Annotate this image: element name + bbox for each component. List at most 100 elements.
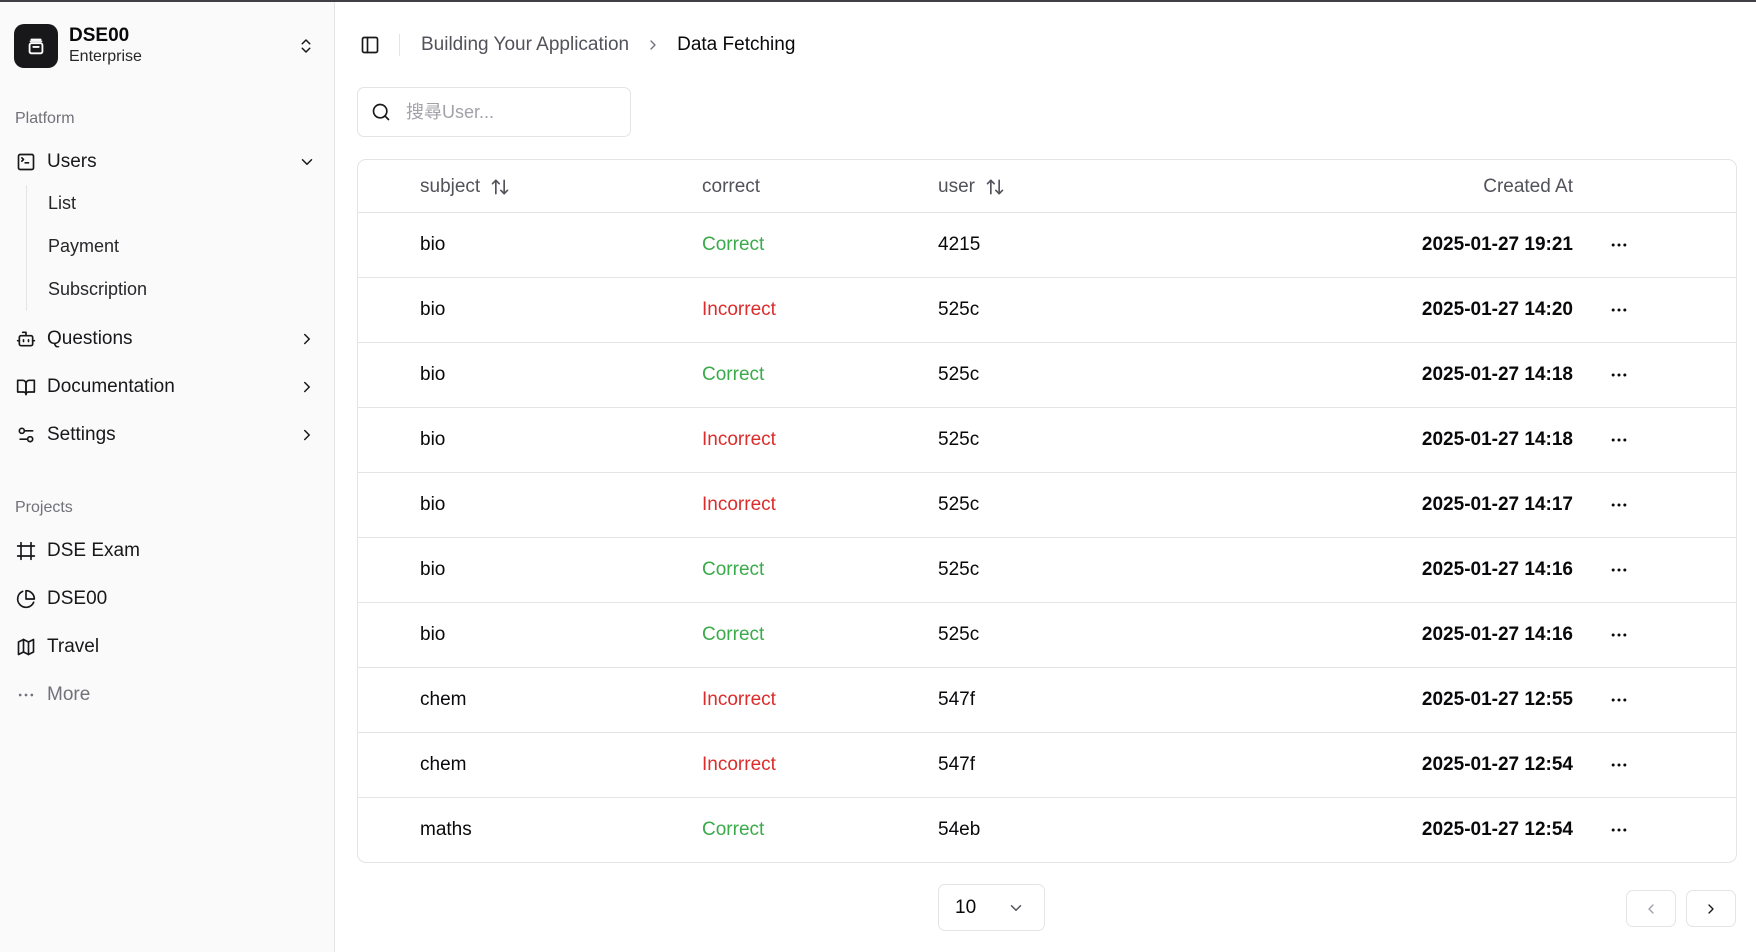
row-actions-button[interactable]	[1603, 798, 1635, 862]
row-actions-button[interactable]	[1603, 603, 1635, 667]
column-header-correct: correct	[702, 160, 760, 213]
cell-subject: chem	[420, 754, 467, 775]
table-header-row: subject correct user Created At	[358, 160, 1736, 213]
sidebar-item-label: DSE Exam	[47, 540, 140, 561]
table-row[interactable]: bio Correct 4215 2025-01-27 19:21	[358, 213, 1736, 278]
cell-correct-status: Incorrect	[702, 429, 776, 450]
cell-user: 54eb	[938, 819, 981, 840]
chevron-left-icon	[1648, 903, 1654, 914]
cell-subject: bio	[420, 234, 446, 255]
data-table: subject correct user Created At bio Corre…	[357, 159, 1737, 863]
table-row[interactable]: bio Incorrect 525c 2025-01-27 14:20	[358, 278, 1736, 343]
sidebar-item-settings[interactable]: Settings	[15, 418, 317, 452]
row-actions-button[interactable]	[1603, 278, 1635, 342]
cell-user: 4215	[938, 234, 981, 255]
cell-correct-status: Incorrect	[702, 494, 776, 515]
more-horizontal-icon	[1611, 698, 1627, 702]
sidebar-item-documentation[interactable]: Documentation	[15, 370, 317, 404]
chevron-right-icon	[297, 425, 317, 445]
page-size-select[interactable]: 10	[938, 884, 1045, 931]
pie-chart-icon	[15, 588, 37, 610]
cell-correct-status: Correct	[702, 819, 765, 840]
table-row[interactable]: bio Correct 525c 2025-01-27 14:18	[358, 343, 1736, 408]
cell-created-at: 2025-01-27 14:17	[1421, 494, 1573, 515]
breadcrumb-link[interactable]: Building Your Application	[421, 34, 629, 56]
sidebar-subitem-list[interactable]: List	[48, 188, 76, 218]
row-actions-button[interactable]	[1603, 473, 1635, 537]
table-row[interactable]: bio Correct 525c 2025-01-27 14:16	[358, 538, 1736, 603]
table-row[interactable]: chem Incorrect 547f 2025-01-27 12:54	[358, 733, 1736, 798]
sidebar-subitem-payment[interactable]: Payment	[48, 231, 119, 261]
sidebar-item-dse-exam[interactable]: DSE Exam	[15, 534, 317, 568]
row-actions-button[interactable]	[1603, 213, 1635, 277]
page-size-value: 10	[955, 896, 977, 918]
sidebar-item-label: Documentation	[47, 376, 175, 397]
column-header-user[interactable]: user	[938, 160, 1005, 213]
cell-user: 525c	[938, 299, 980, 320]
more-horizontal-icon	[1611, 828, 1627, 832]
row-actions-button[interactable]	[1603, 538, 1635, 602]
search-input[interactable]	[406, 101, 606, 123]
sidebar-item-travel[interactable]: Travel	[15, 630, 317, 664]
table-row[interactable]: bio Incorrect 525c 2025-01-27 14:17	[358, 473, 1736, 538]
map-icon	[15, 636, 37, 658]
table-row[interactable]: bio Incorrect 525c 2025-01-27 14:18	[358, 408, 1736, 473]
team-logo-icon	[14, 24, 58, 68]
more-horizontal-icon	[1611, 373, 1627, 377]
sidebar-item-label: More	[47, 684, 91, 705]
column-header-label: Created At	[1483, 175, 1573, 197]
team-switcher[interactable]: DSE00 Enterprise	[14, 22, 316, 70]
sidebar-item-more[interactable]: More	[15, 678, 317, 712]
previous-page-button[interactable]	[1626, 890, 1676, 927]
cell-subject: bio	[420, 299, 446, 320]
more-horizontal-icon	[1611, 633, 1627, 637]
sidebar-subitem-subscription[interactable]: Subscription	[48, 274, 147, 304]
table-row[interactable]: bio Correct 525c 2025-01-27 14:16	[358, 603, 1736, 668]
column-header-created-at: Created At	[1483, 160, 1573, 213]
more-horizontal-icon	[1611, 763, 1627, 767]
cell-created-at: 2025-01-27 14:18	[1421, 429, 1573, 450]
more-horizontal-icon	[15, 684, 37, 706]
column-header-subject[interactable]: subject	[420, 160, 510, 213]
sidebar-item-label: Users	[47, 151, 97, 172]
cell-created-at: 2025-01-27 12:54	[1421, 754, 1573, 775]
chevron-down-icon	[297, 152, 317, 172]
cell-user: 525c	[938, 364, 980, 385]
cell-user: 525c	[938, 559, 980, 580]
sidebar-item-users[interactable]: Users	[15, 145, 317, 179]
sidebar-toggle-button[interactable]	[358, 33, 382, 57]
cell-correct-status: Correct	[702, 364, 765, 385]
breadcrumb-current-page: Data Fetching	[677, 34, 796, 55]
panel-left-icon	[361, 36, 379, 54]
cell-user: 525c	[938, 624, 980, 645]
sidebar-item-questions[interactable]: Questions	[15, 322, 317, 356]
search-box	[357, 87, 631, 137]
row-actions-button[interactable]	[1603, 668, 1635, 732]
row-actions-button[interactable]	[1603, 733, 1635, 797]
more-horizontal-icon	[1611, 308, 1627, 312]
more-horizontal-icon	[1611, 568, 1627, 572]
column-header-label: user	[938, 175, 975, 197]
cell-subject: bio	[420, 429, 446, 450]
cell-user: 547f	[938, 689, 975, 710]
sidebar-item-label: Settings	[47, 424, 116, 445]
cell-correct-status: Correct	[702, 559, 765, 580]
row-actions-button[interactable]	[1603, 343, 1635, 407]
cell-correct-status: Incorrect	[702, 689, 776, 710]
group-label-platform: Platform	[15, 110, 75, 127]
next-page-button[interactable]	[1686, 890, 1736, 927]
cell-created-at: 2025-01-27 14:18	[1421, 364, 1573, 385]
sidebar-item-dse00[interactable]: DSE00	[15, 582, 317, 616]
book-open-icon	[15, 376, 37, 398]
cell-subject: bio	[420, 364, 446, 385]
row-actions-button[interactable]	[1603, 408, 1635, 472]
bot-icon	[15, 328, 37, 350]
team-plan: Enterprise	[69, 48, 142, 65]
chevrons-up-down-icon	[296, 36, 316, 56]
arrow-up-down-icon	[490, 177, 510, 197]
cell-created-at: 2025-01-27 12:54	[1421, 819, 1573, 840]
table-row[interactable]: chem Incorrect 547f 2025-01-27 12:55	[358, 668, 1736, 733]
cell-correct-status: Correct	[702, 234, 765, 255]
cell-correct-status: Correct	[702, 624, 765, 645]
table-row[interactable]: maths Correct 54eb 2025-01-27 12:54	[358, 798, 1736, 862]
